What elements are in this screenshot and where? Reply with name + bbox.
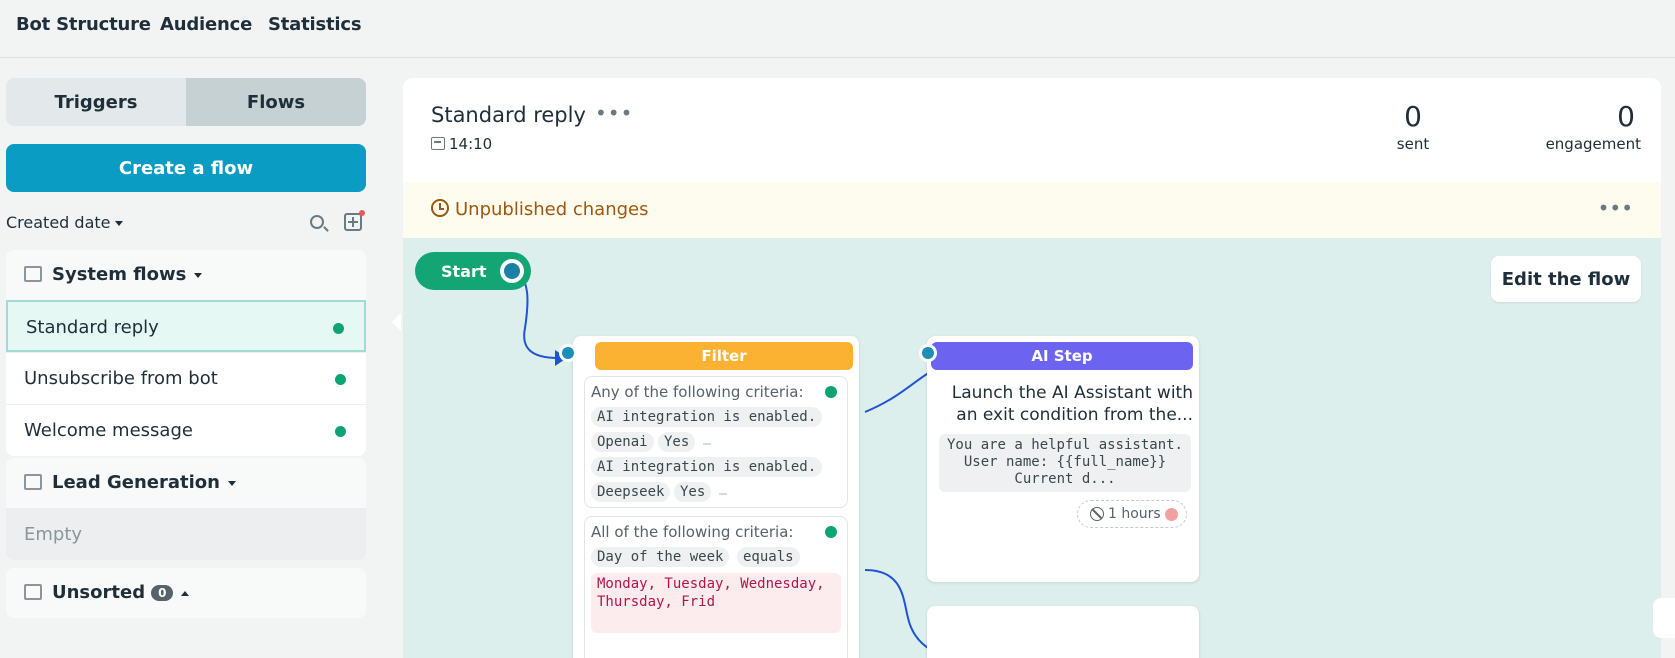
folder-icon: [24, 474, 42, 490]
stat-value: 0: [1404, 100, 1422, 133]
folder-icon: [24, 266, 42, 282]
nav-bot-structure[interactable]: Bot Structure: [16, 14, 151, 35]
banner-message: Unpublished changes: [455, 199, 649, 220]
next-node-partial[interactable]: [927, 606, 1199, 658]
folder-unsorted: Unsorted 0: [6, 568, 366, 618]
ai-prompt-preview: You are a helpful assistant. User name: …: [939, 434, 1191, 492]
output-port[interactable]: [825, 386, 837, 398]
field-chip: Day of the week: [591, 547, 730, 567]
node-header: Filter: [595, 342, 853, 370]
stat-engagement: 0 engagement: [1521, 100, 1641, 153]
empty-label: Empty: [24, 524, 83, 545]
folder-system-flows: System flows Standard reply Unsubscribe …: [6, 250, 366, 456]
stat-sent: 0 sent: [1363, 100, 1463, 153]
caret-up-icon: [181, 590, 190, 596]
nav-audience[interactable]: Audience: [160, 14, 252, 35]
filter-input-port[interactable]: [559, 344, 577, 362]
value-chip: Yes: [674, 482, 712, 502]
folder-header[interactable]: Lead Generation: [6, 458, 366, 508]
provider-chip: Deepseek: [591, 482, 671, 502]
ai-step-input-port[interactable]: [919, 344, 937, 362]
ai-step-node[interactable]: AI Step Launch the AI Assistant with an …: [927, 336, 1199, 582]
folder-title: System flows: [52, 264, 187, 285]
timeout-port[interactable]: [1165, 508, 1178, 521]
empty-placeholder: Empty: [6, 508, 366, 560]
start-node[interactable]: Start: [415, 252, 531, 290]
ai-step-description: Launch the AI Assistant with an exit con…: [951, 383, 1193, 425]
nav-statistics[interactable]: Statistics: [268, 14, 362, 35]
folder-title: Lead Generation: [52, 472, 220, 493]
flow-time: 14:10: [431, 135, 492, 153]
tab-flows[interactable]: Flows: [186, 78, 366, 126]
flow-item-unsubscribe[interactable]: Unsubscribe from bot: [6, 352, 366, 404]
stat-label: engagement: [1545, 135, 1641, 153]
folder-header[interactable]: System flows: [6, 250, 366, 300]
start-port[interactable]: [500, 259, 524, 283]
folder-title: Unsorted: [52, 582, 146, 603]
sort-dropdown[interactable]: Created date: [6, 213, 124, 232]
stat-label: sent: [1396, 135, 1430, 153]
unpublished-banner: Unpublished changes •••: [403, 182, 1661, 238]
status-dot: [333, 323, 344, 334]
more-options-icon[interactable]: •••: [1598, 196, 1633, 220]
flow-item-standard-reply[interactable]: Standard reply: [6, 300, 366, 352]
value-chip: Yes: [658, 432, 696, 452]
folder-header[interactable]: Unsorted 0: [6, 568, 366, 618]
flow-item-label: Welcome message: [24, 420, 193, 441]
condition-chip: AI integration is enabled.: [591, 407, 823, 427]
criteria-all: All of the following criteria: Day of th…: [584, 516, 848, 658]
criteria-heading: Any of the following criteria:: [591, 383, 804, 401]
flow-type-switch: Triggers Flows: [6, 78, 366, 126]
search-icon[interactable]: [310, 215, 324, 229]
provider-chip: Openai: [591, 432, 654, 452]
top-navigation: Bot Structure Audience Statistics: [0, 0, 1675, 58]
calendar-icon: [431, 137, 445, 150]
criteria-heading: All of the following criteria:: [591, 523, 794, 541]
filter-node[interactable]: Filter Any of the following criteria: AI…: [573, 336, 859, 658]
row-divider: [703, 443, 711, 445]
create-flow-button[interactable]: Create a flow: [6, 144, 366, 192]
notification-dot: [359, 210, 365, 216]
selection-pointer: [392, 313, 401, 331]
status-dot: [335, 426, 346, 437]
condition-chip: AI integration is enabled.: [591, 457, 823, 477]
node-header: AI Step: [931, 342, 1193, 370]
timeout-badge[interactable]: 1 hours: [1077, 500, 1187, 528]
flow-item-welcome-message[interactable]: Welcome message: [6, 404, 366, 456]
flow-canvas[interactable]: Start Edit the flow Filter Any of the fo…: [403, 238, 1661, 658]
more-options-icon[interactable]: •••: [595, 101, 633, 125]
tab-triggers[interactable]: Triggers: [6, 78, 186, 126]
edit-flow-button[interactable]: Edit the flow: [1491, 256, 1641, 302]
canvas-side-handle[interactable]: [1653, 598, 1675, 638]
ban-icon: [1090, 507, 1104, 521]
operator-chip: equals: [737, 547, 800, 567]
folder-icon: [24, 584, 42, 600]
flow-title: Standard reply: [431, 103, 586, 127]
add-folder-icon[interactable]: [344, 210, 365, 231]
sort-label: Created date: [6, 213, 111, 232]
timeout-label: 1 hours: [1108, 506, 1161, 522]
clock-icon: [431, 199, 449, 217]
row-divider: [719, 493, 727, 495]
caret-down-icon: [115, 221, 124, 226]
output-port[interactable]: [825, 526, 837, 538]
start-label: Start: [441, 262, 487, 281]
caret-down-icon: [194, 272, 203, 278]
caret-down-icon: [227, 480, 236, 486]
days-value: Monday, Tuesday, Wednesday, Thursday, Fr…: [591, 573, 841, 633]
folder-lead-generation: Lead Generation Empty: [6, 458, 366, 560]
flow-time-value: 14:10: [449, 135, 493, 153]
flow-item-label: Standard reply: [26, 317, 159, 338]
count-badge: 0: [151, 585, 174, 601]
criteria-any: Any of the following criteria: AI integr…: [584, 376, 848, 508]
status-dot: [335, 374, 346, 385]
sort-row: Created date: [6, 210, 366, 236]
stat-value: 0: [1617, 100, 1635, 133]
flow-item-label: Unsubscribe from bot: [24, 368, 218, 389]
